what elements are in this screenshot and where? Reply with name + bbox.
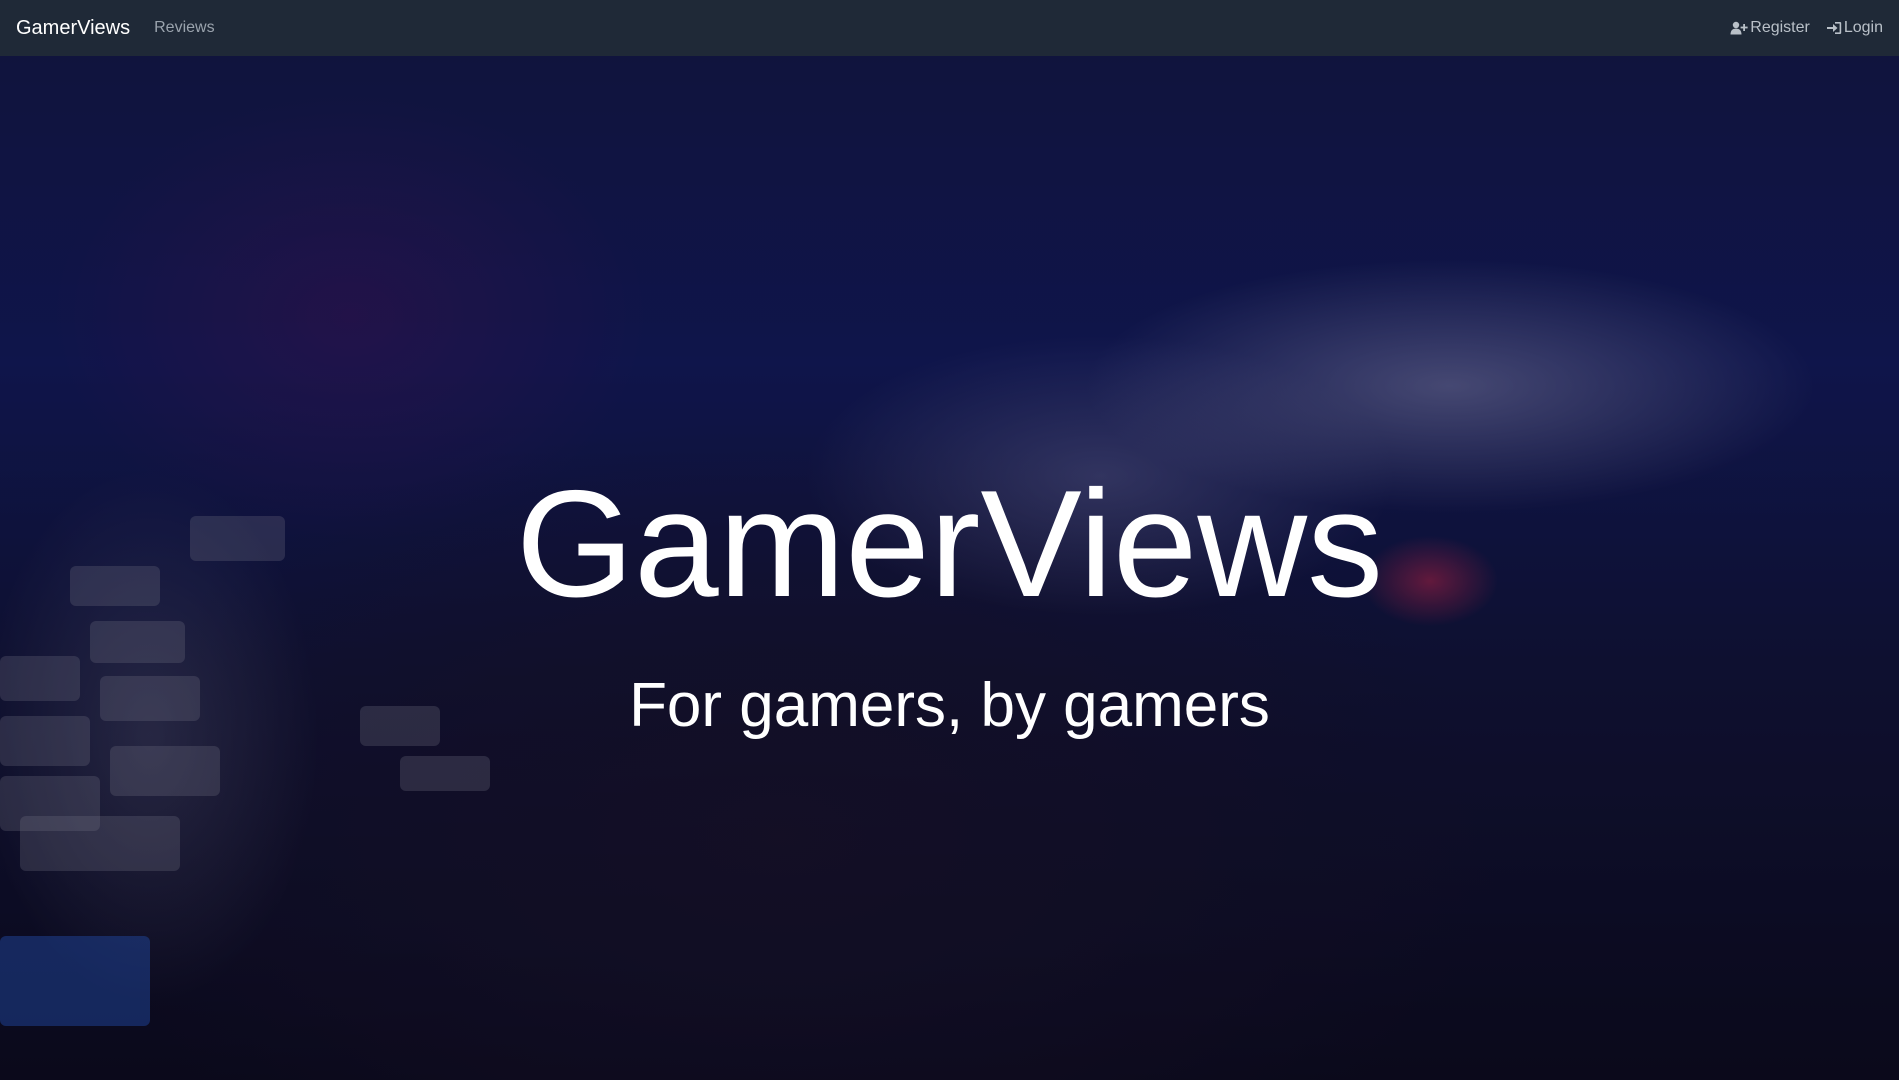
user-plus-icon: [1730, 21, 1748, 35]
nav-link-register[interactable]: Register: [1730, 19, 1810, 37]
login-label: Login: [1843, 19, 1883, 36]
nav-link-login[interactable]: Login: [1826, 19, 1883, 37]
top-navbar: GamerViews Reviews Register Login: [0, 0, 1899, 56]
brand-link[interactable]: GamerViews: [16, 17, 130, 40]
nav-link-reviews[interactable]: Reviews: [154, 19, 214, 37]
sign-in-icon: [1826, 21, 1842, 35]
hero-tagline: For gamers, by gamers: [629, 671, 1270, 740]
nav-right-group: Register Login: [1730, 19, 1883, 37]
hero-title: GamerViews: [515, 459, 1384, 629]
register-label: Register: [1750, 19, 1810, 36]
hero-section: GamerViews For gamers, by gamers: [0, 56, 1899, 1080]
